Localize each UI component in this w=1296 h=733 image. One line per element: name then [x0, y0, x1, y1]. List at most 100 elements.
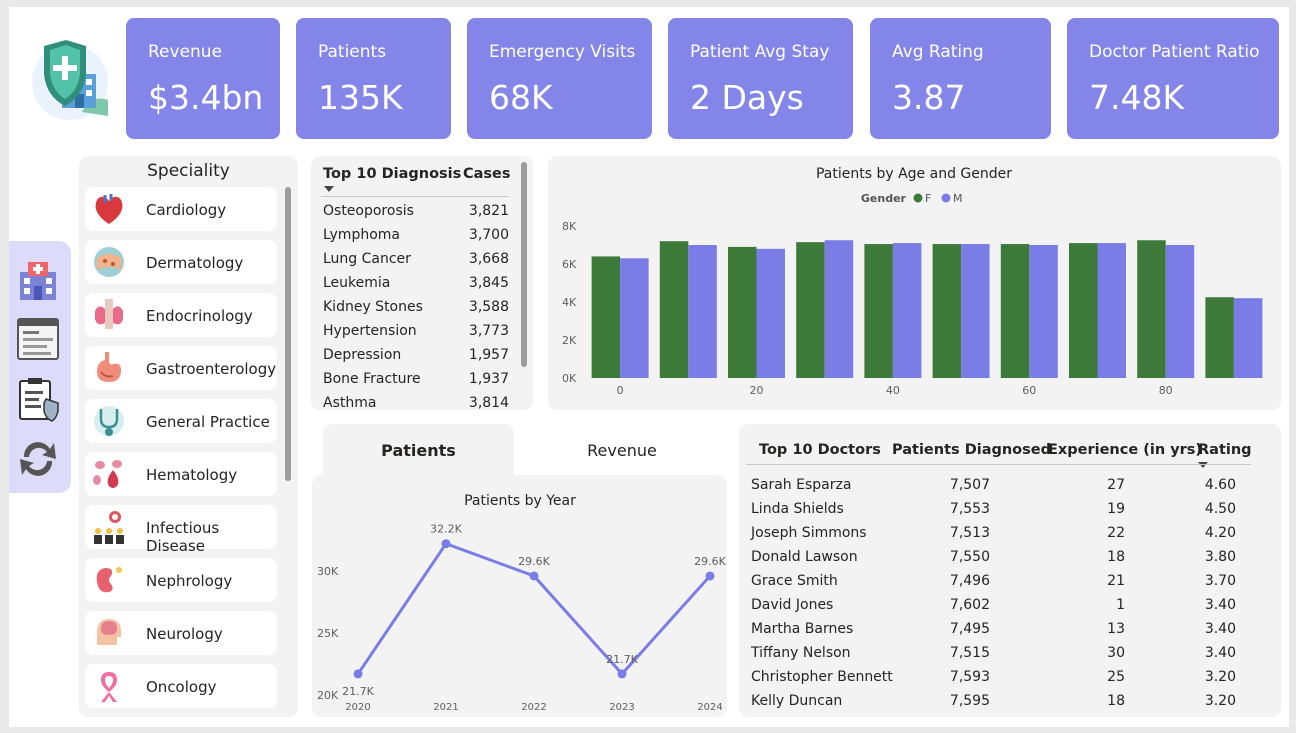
column-header-diagnosis[interactable]: Top 10 Diagnosis	[323, 166, 461, 182]
kpi-doctor-patient-ratio: Doctor Patient Ratio 7.48K	[1067, 18, 1279, 139]
column-header-cases[interactable]: Cases	[463, 166, 511, 182]
bar-f-age-60[interactable]	[1000, 244, 1030, 378]
speciality-scrollbar[interactable]	[285, 187, 291, 481]
column-header-patients-diagnosed[interactable]: Patients Diagnosed	[892, 442, 1051, 458]
speciality-item-dermatology[interactable]: Dermatology	[85, 240, 277, 284]
table-row[interactable]: Grace Smith 7,496 21 3.70	[739, 570, 1281, 594]
table-row[interactable]: Christopher Bennett 7,593 25 3.20	[739, 666, 1281, 690]
bar-m-age-80[interactable]	[1165, 245, 1195, 378]
data-point-2020[interactable]	[353, 669, 363, 679]
bar-f-age-20[interactable]	[728, 246, 757, 378]
sort-desc-icon[interactable]	[324, 186, 334, 192]
doctor-name: Donald Lawson	[751, 549, 858, 565]
table-row[interactable]: Asthma 3,814	[311, 392, 521, 410]
speciality-item-gastroenterology[interactable]: Gastroenterology	[85, 346, 277, 390]
data-point-2023[interactable]	[617, 669, 627, 679]
data-point-2021[interactable]	[441, 539, 451, 549]
table-row[interactable]: Osteoporosis 3,821	[311, 200, 521, 224]
age-gender-chart: Patients by Age and Gender Gender F M 0K…	[562, 166, 1263, 397]
refresh-icon[interactable]	[14, 435, 62, 483]
bar-m-age-0[interactable]	[620, 258, 649, 378]
doctor-rating: 3.40	[1204, 597, 1236, 613]
data-label: 29.6K	[518, 555, 550, 568]
x-tick-label: 2024	[697, 702, 722, 713]
bar-m-age-20[interactable]	[756, 248, 786, 378]
chart-tabs: Patients Revenue	[322, 424, 727, 479]
table-row[interactable]: Martha Barnes 7,495 13 3.40	[739, 618, 1281, 642]
column-header-doctor[interactable]: Top 10 Doctors	[759, 442, 881, 458]
speciality-item-cardiology[interactable]: Cardiology	[85, 187, 277, 231]
diagnosis-scrollbar[interactable]	[521, 162, 527, 367]
speciality-item-label: Gastroenterology	[146, 360, 277, 378]
bar-m-age-70[interactable]	[1097, 243, 1127, 378]
tab-revenue[interactable]: Revenue	[522, 424, 722, 479]
data-point-2024[interactable]	[705, 571, 715, 581]
table-row[interactable]: Lymphoma 3,700	[311, 224, 521, 248]
table-row[interactable]: Donald Lawson 7,550 18 3.80	[739, 546, 1281, 570]
kpi-label: Emergency Visits	[489, 42, 636, 62]
bar-f-age-50[interactable]	[932, 244, 962, 378]
bar-f-age-40[interactable]	[864, 244, 893, 378]
doctor-rating: 4.50	[1204, 501, 1236, 517]
table-row[interactable]: Depression 1,957	[311, 344, 521, 368]
bar-m-age-50[interactable]	[961, 244, 990, 378]
bar-m-age-30[interactable]	[824, 240, 854, 378]
diagnosis-name: Hypertension	[323, 323, 417, 339]
bar-f-age-0[interactable]	[591, 256, 621, 378]
speciality-item-general-practice[interactable]: General Practice	[85, 399, 277, 443]
header-divider	[321, 196, 509, 197]
doctor-rating: 3.20	[1204, 693, 1236, 709]
bar-m-age-90[interactable]	[1233, 298, 1263, 378]
tab-patients[interactable]: Patients	[323, 424, 514, 479]
clipboard-shield-icon[interactable]	[14, 375, 62, 423]
diagnosis-cases: 1,957	[468, 347, 509, 363]
bar-f-age-30[interactable]	[796, 242, 825, 378]
doctor-name: Linda Shields	[751, 501, 844, 517]
table-row[interactable]: Sarah Esparza 7,507 27 4.60	[739, 474, 1281, 498]
table-row[interactable]: Joseph Simmons 7,513 22 4.20	[739, 522, 1281, 546]
doctor-name: David Jones	[751, 597, 834, 613]
bar-m-age-10[interactable]	[688, 245, 717, 378]
table-row[interactable]: Kidney Stones 3,588	[311, 296, 521, 320]
speciality-item-infectious-disease[interactable]: Infectious Disease	[85, 505, 277, 555]
bar-f-age-70[interactable]	[1069, 243, 1098, 378]
speciality-item-nephrology[interactable]: Nephrology	[85, 558, 277, 602]
top-diagnosis-table: Top 10 Diagnosis Cases Osteoporosis 3,821…	[311, 156, 533, 410]
y-tick-label: 6K	[562, 258, 577, 271]
table-row[interactable]: Lung Cancer 3,668	[311, 248, 521, 272]
table-row[interactable]: Leukemia 3,845	[311, 272, 521, 296]
table-row[interactable]: Tiffany Nelson 7,515 30 3.40	[739, 642, 1281, 666]
bar-f-age-90[interactable]	[1205, 297, 1234, 378]
speciality-item-endocrinology[interactable]: Endocrinology	[85, 293, 277, 337]
bar-f-age-10[interactable]	[659, 241, 689, 378]
bar-m-age-60[interactable]	[1029, 245, 1058, 378]
diagnosis-cases: 3,773	[468, 323, 509, 339]
bar-f-age-80[interactable]	[1137, 240, 1166, 378]
table-row[interactable]: David Jones 7,602 1 3.40	[739, 594, 1281, 618]
doctor-rating: 4.60	[1204, 477, 1236, 493]
hospital-icon[interactable]	[14, 256, 62, 304]
doctor-rating: 4.20	[1204, 525, 1236, 541]
diagnosis-name: Kidney Stones	[323, 299, 423, 315]
table-row[interactable]: Linda Shields 7,553 19 4.50	[739, 498, 1281, 522]
column-header-rating[interactable]: Rating	[1198, 442, 1252, 458]
table-row[interactable]: Bone Fracture 1,937	[311, 368, 521, 392]
speciality-item-label: Hematology	[146, 466, 238, 484]
data-point-2022[interactable]	[529, 571, 539, 581]
kpi-value: 2 Days	[690, 78, 804, 117]
x-tick-label: 2020	[345, 702, 370, 713]
header-divider	[746, 464, 1251, 465]
doctor-rating: 3.40	[1204, 621, 1236, 637]
sort-desc-icon[interactable]	[1198, 462, 1208, 468]
table-row[interactable]: Kelly Duncan 7,595 18 3.20	[739, 690, 1281, 714]
report-page-icon[interactable]	[14, 315, 62, 363]
speciality-item-label: Dermatology	[146, 254, 244, 272]
speciality-item-oncology[interactable]: Oncology	[85, 664, 277, 708]
doctor-name: Tiffany Nelson	[751, 645, 851, 661]
table-row[interactable]: Hypertension 3,773	[311, 320, 521, 344]
bar-m-age-40[interactable]	[892, 243, 922, 378]
legend-m-marker	[941, 193, 951, 203]
speciality-item-neurology[interactable]: Neurology	[85, 611, 277, 655]
column-header-experience[interactable]: Experience (in yrs)	[1048, 442, 1202, 458]
speciality-item-hematology[interactable]: Hematology	[85, 452, 277, 496]
